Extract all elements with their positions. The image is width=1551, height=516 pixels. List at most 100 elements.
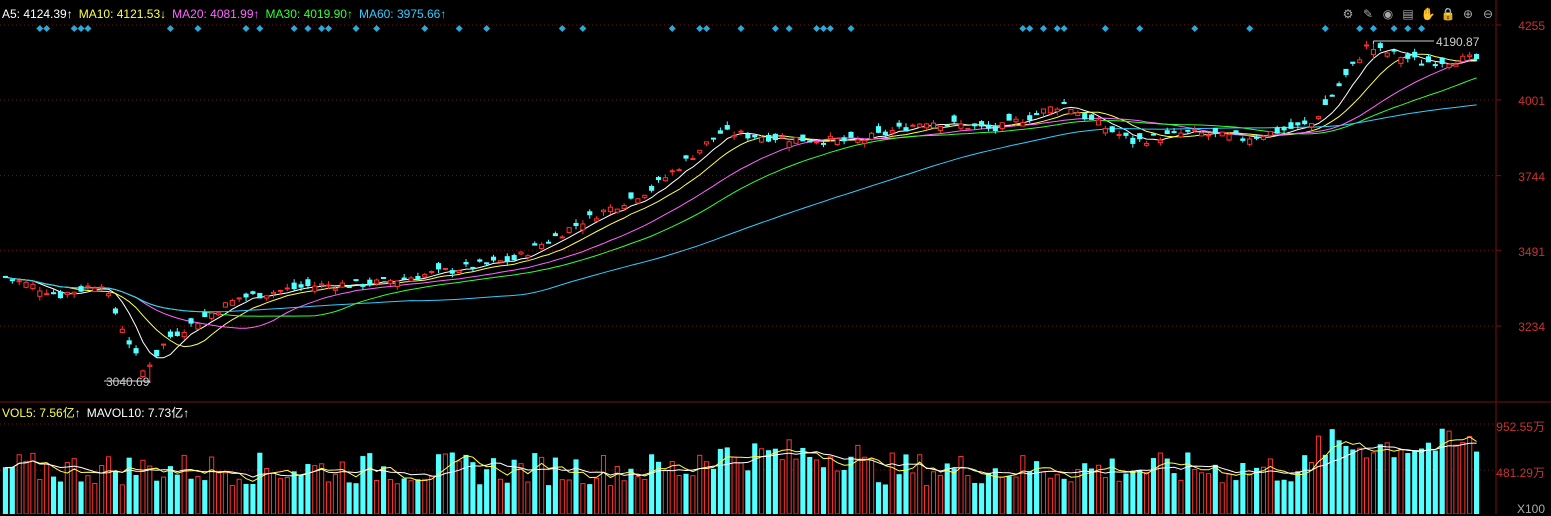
brush-icon[interactable]: ✎ — [1360, 6, 1376, 22]
volume-bar — [1432, 450, 1438, 514]
hand-icon[interactable]: ✋ — [1420, 6, 1436, 22]
volume-bar — [1288, 481, 1294, 514]
volume-bar — [1157, 452, 1163, 514]
lock-icon[interactable]: 🔒 — [1440, 6, 1456, 22]
volume-bar — [497, 478, 503, 514]
volume-bar — [1130, 470, 1136, 514]
volume-bar — [889, 452, 895, 514]
candle-body — [1467, 54, 1473, 58]
volume-bar — [594, 477, 600, 514]
candle-body — [1370, 49, 1377, 56]
volume-bar — [518, 463, 524, 514]
volume-bar — [154, 480, 160, 514]
candle-body — [930, 122, 937, 129]
gear-icon[interactable]: ⚙ — [1340, 6, 1356, 22]
candlestick-chart[interactable] — [0, 0, 1551, 514]
candle-body — [181, 332, 187, 338]
volume-bar — [1178, 479, 1184, 514]
candle-body — [944, 124, 950, 127]
candle-body — [264, 295, 270, 299]
candle-body — [710, 137, 717, 140]
candle-body — [360, 283, 366, 287]
signal-marker — [318, 25, 326, 32]
candle-body — [532, 243, 538, 246]
volume-bar — [1405, 453, 1411, 514]
volume-bar — [1439, 428, 1445, 514]
candle-body — [566, 227, 572, 233]
candle-body — [594, 218, 600, 222]
volume-bar — [1102, 477, 1108, 514]
candle-body — [614, 208, 620, 213]
candle-body — [1453, 63, 1459, 67]
volume-bar — [697, 454, 703, 514]
candle-body — [587, 211, 593, 216]
zoom-out-icon[interactable]: ⊖ — [1480, 6, 1496, 22]
zoom-in-icon[interactable]: ⊕ — [1460, 6, 1476, 22]
volume-bar — [291, 471, 297, 514]
volume-bar — [1377, 444, 1383, 514]
volume-bar — [92, 482, 98, 514]
candle-body — [415, 275, 421, 280]
candle-body — [346, 285, 352, 288]
candle-body — [435, 263, 442, 270]
y-tick-label: 4255 — [1518, 19, 1545, 33]
volume-bar — [924, 485, 930, 514]
candle-body — [497, 260, 503, 263]
volume-bar — [484, 469, 490, 514]
volume-bar — [1336, 440, 1342, 514]
candle-body — [704, 141, 710, 145]
candle-body — [1109, 126, 1115, 133]
candle-body — [855, 139, 861, 143]
candle-body — [1178, 132, 1184, 138]
volume-bar — [580, 483, 586, 514]
volume-bar — [360, 456, 366, 514]
volume-bar — [435, 454, 442, 514]
candle-body — [394, 280, 400, 287]
candle-body — [985, 124, 992, 129]
volume-bar — [456, 460, 462, 514]
volume-bar — [820, 467, 827, 514]
candle-body — [1068, 108, 1074, 115]
candle-body — [600, 209, 607, 213]
volume-tick-label: 481.29万 — [1496, 466, 1545, 480]
candle-body — [16, 280, 22, 283]
volume-bar — [1281, 479, 1287, 514]
candle-body — [958, 123, 964, 129]
volume-bar — [635, 476, 641, 514]
candle-body — [690, 158, 696, 161]
volume-bar — [607, 485, 613, 514]
volume-bar — [1364, 457, 1370, 514]
candle-body — [1075, 112, 1081, 117]
volume-bar — [1226, 473, 1232, 514]
volume-bar — [1329, 429, 1335, 514]
candle-body — [992, 125, 998, 132]
volume-bar — [346, 482, 352, 514]
candle-body — [456, 270, 462, 274]
volume-bar — [250, 483, 256, 514]
volume-bar — [1006, 476, 1012, 514]
signal-marker — [813, 25, 821, 32]
signal-marker — [455, 25, 463, 32]
candle-body — [312, 285, 318, 292]
candle-body — [215, 312, 222, 316]
candle-body — [319, 283, 325, 286]
volume-bar — [257, 452, 263, 514]
candle-body — [882, 131, 888, 136]
trash-icon[interactable]: ▤ — [1400, 6, 1416, 22]
volume-bar — [875, 482, 882, 514]
candle-body — [1061, 101, 1067, 104]
candle-body — [1144, 142, 1150, 146]
candle-body — [765, 134, 772, 142]
volume-bar — [160, 476, 167, 514]
candle-body — [44, 293, 50, 296]
signal-marker — [668, 25, 676, 32]
volume-bar — [1425, 442, 1432, 514]
volume-bar — [944, 463, 950, 514]
eye-icon[interactable]: ◉ — [1380, 6, 1396, 22]
candle-body — [697, 149, 703, 154]
volume-bar — [1192, 468, 1198, 514]
candle-body — [1006, 113, 1012, 121]
volume-bar — [78, 481, 84, 514]
volume-bar — [951, 468, 957, 514]
candle-body — [841, 137, 847, 142]
